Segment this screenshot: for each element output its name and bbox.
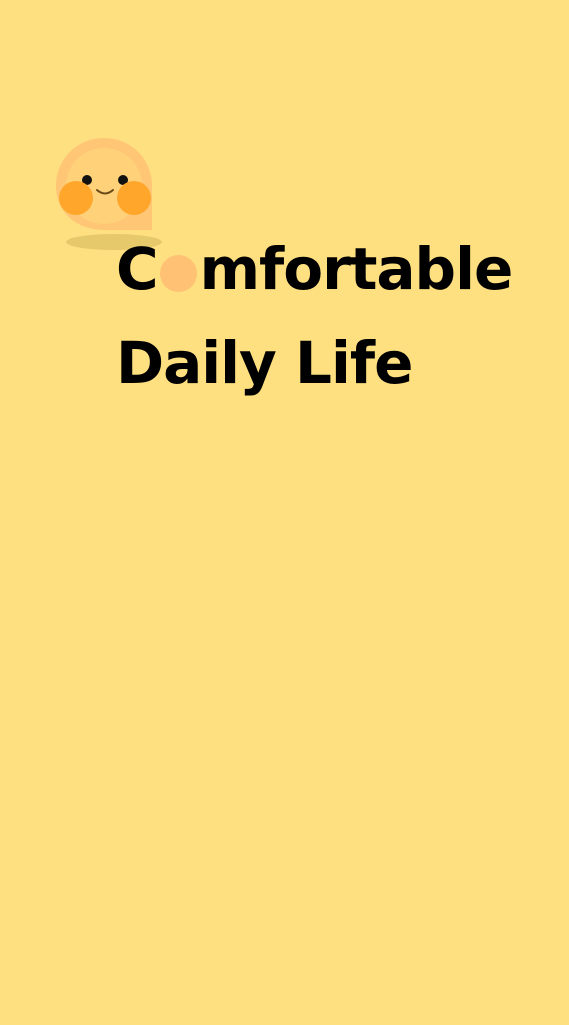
- tagline-line-1-end: mfortable: [199, 235, 514, 303]
- peach-circle-o: [159, 255, 197, 292]
- tagline-line-1: Cmfortable: [116, 240, 513, 298]
- tagline-line-2: Daily Life: [116, 329, 413, 397]
- tagline-line-1-start: C: [116, 235, 159, 303]
